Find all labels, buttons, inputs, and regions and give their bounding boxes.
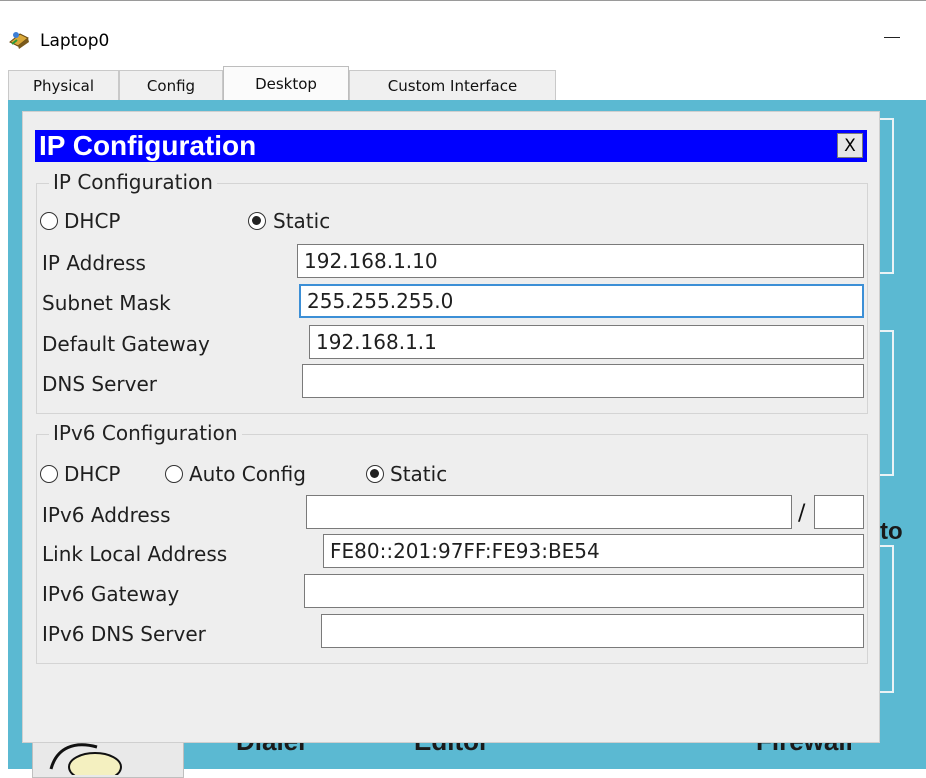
- link-local-address-input[interactable]: FE80::201:97FF:FE93:BE54: [323, 534, 864, 568]
- tab-desktop[interactable]: Desktop: [223, 66, 349, 100]
- ipv6-static-radio[interactable]: [366, 465, 384, 483]
- ip-address-label: IP Address: [42, 251, 146, 275]
- ipv6-dhcp-radio[interactable]: [40, 465, 58, 483]
- subnet-mask-input[interactable]: 255.255.255.0: [299, 284, 864, 318]
- dialog-title: IP Configuration: [39, 130, 257, 161]
- tab-physical[interactable]: Physical: [8, 70, 119, 100]
- ipv6-auto-config-label: Auto Config: [189, 462, 306, 486]
- ipv6-address-label: IPv6 Address: [42, 503, 171, 527]
- ipv6-dns-server-label: IPv6 DNS Server: [42, 622, 206, 646]
- minimize-button[interactable]: [878, 23, 908, 51]
- prefix-separator: /: [798, 501, 806, 526]
- ipv6-address-input[interactable]: [306, 495, 792, 529]
- tab-bar: Physical Config Desktop Custom Interface: [0, 66, 926, 100]
- desktop-label-partial: to: [880, 518, 903, 545]
- ipv4-config-group: IP Configuration DHCP Static IP Address …: [36, 170, 868, 414]
- ipv4-static-label: Static: [273, 209, 331, 233]
- link-local-address-label: Link Local Address: [42, 542, 228, 566]
- default-gateway-input[interactable]: 192.168.1.1: [309, 325, 864, 359]
- tab-custom-interface[interactable]: Custom Interface: [349, 70, 556, 100]
- ipv6-static-label: Static: [390, 462, 448, 486]
- dialog-title-bar: IP Configuration X: [35, 130, 867, 162]
- dns-server-label: DNS Server: [42, 372, 157, 396]
- window-title: Laptop0: [40, 31, 110, 51]
- ipv4-dhcp-radio[interactable]: [40, 212, 58, 230]
- subnet-mask-label: Subnet Mask: [42, 291, 171, 315]
- desktop-app-tile[interactable]: [878, 545, 894, 693]
- ipv6-group-title: IPv6 Configuration: [49, 421, 242, 445]
- close-button[interactable]: X: [837, 133, 863, 158]
- desktop-app-tile[interactable]: [878, 118, 894, 274]
- ip-configuration-dialog: IP Configuration X IP Configuration DHCP…: [22, 111, 880, 743]
- ipv4-static-radio[interactable]: [248, 212, 266, 230]
- desktop-app-tile[interactable]: [878, 330, 894, 476]
- ipv6-prefix-length-input[interactable]: [814, 495, 864, 529]
- ip-address-input[interactable]: 192.168.1.10: [297, 244, 864, 278]
- ipv4-dhcp-label: DHCP: [64, 209, 121, 233]
- default-gateway-label: Default Gateway: [42, 332, 210, 356]
- window-title-bar: Laptop0: [0, 1, 926, 65]
- dns-server-input[interactable]: [302, 364, 864, 398]
- ipv6-auto-config-radio[interactable]: [165, 465, 183, 483]
- ipv6-gateway-input[interactable]: [304, 574, 864, 608]
- ipv6-gateway-label: IPv6 Gateway: [42, 582, 180, 606]
- tab-config[interactable]: Config: [119, 70, 223, 100]
- ipv6-dns-server-input[interactable]: [321, 614, 864, 648]
- ipv4-group-title: IP Configuration: [49, 170, 217, 194]
- ipv6-dhcp-label: DHCP: [64, 462, 121, 486]
- laptop-app-icon: [9, 32, 29, 49]
- ipv6-config-group: IPv6 Configuration DHCP Auto Config Stat…: [36, 421, 868, 664]
